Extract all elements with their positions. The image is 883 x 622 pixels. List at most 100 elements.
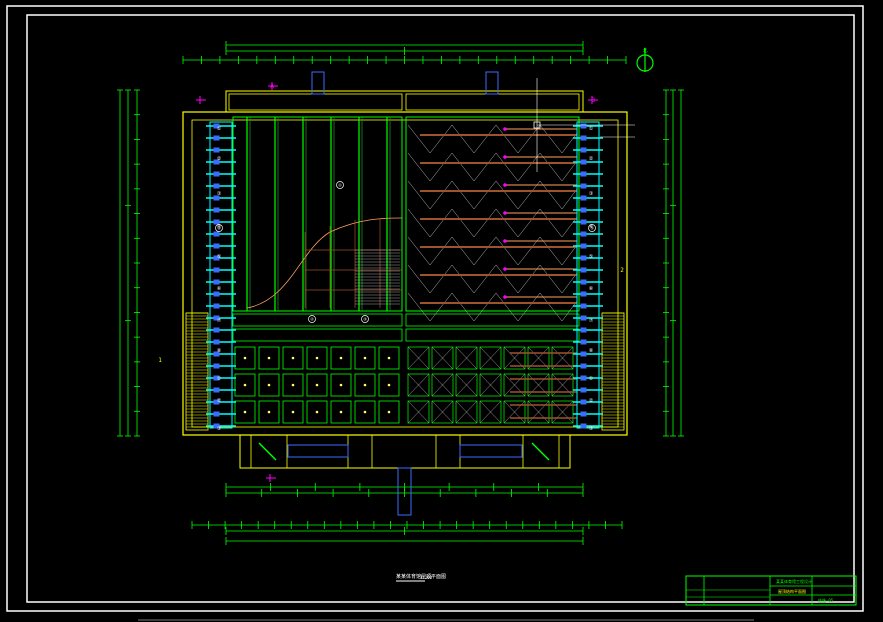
column-block bbox=[580, 159, 587, 165]
right-band-2 bbox=[405, 328, 580, 342]
truss-cell-x bbox=[407, 373, 430, 397]
grid-label-right: ⑦ bbox=[589, 318, 594, 324]
entrance-left-box bbox=[250, 434, 288, 469]
section-mark: B bbox=[591, 97, 595, 104]
truss-node bbox=[503, 155, 507, 159]
column-block bbox=[213, 303, 220, 309]
grid-cell-dot bbox=[387, 410, 391, 414]
truss-cell-x bbox=[431, 400, 454, 424]
grid-label-left: ① bbox=[217, 126, 222, 132]
column-block bbox=[213, 327, 220, 333]
column-strip bbox=[209, 121, 233, 429]
grid-label-right: ⑥ bbox=[589, 286, 594, 292]
column-block bbox=[213, 231, 220, 237]
column-block bbox=[213, 183, 220, 189]
grid-cell-dot bbox=[339, 356, 343, 360]
entrance-mid-right bbox=[435, 434, 461, 469]
grid-cell-dot bbox=[387, 383, 391, 387]
truss-node bbox=[503, 127, 507, 131]
grid-label-right: ④ bbox=[589, 224, 594, 230]
north-arrow: 北 bbox=[636, 47, 654, 72]
truss-node bbox=[503, 183, 507, 187]
column-block bbox=[580, 423, 587, 429]
grid-label-right: ⑤ bbox=[589, 254, 594, 260]
grid-label-left: ③ bbox=[217, 191, 222, 197]
grid-cell-dot bbox=[291, 356, 295, 360]
column-block bbox=[213, 207, 220, 213]
column-block bbox=[213, 135, 220, 141]
inner-wall bbox=[191, 119, 619, 428]
column-block bbox=[213, 411, 220, 417]
ramp-arrow-right bbox=[531, 442, 550, 461]
grid-cell-dot bbox=[315, 383, 319, 387]
roof-curve bbox=[246, 217, 403, 309]
section-mark: 1 bbox=[158, 357, 162, 364]
truss-cell-x bbox=[479, 400, 502, 424]
column-block bbox=[580, 219, 587, 225]
band-2 bbox=[232, 328, 403, 342]
grid-label-left: ③ bbox=[217, 426, 222, 432]
grid-label-left: ⑦ bbox=[217, 318, 222, 324]
truss-node bbox=[503, 211, 507, 215]
grid-label-right: ① bbox=[589, 126, 594, 132]
drawing-title: 某某体育馆屋顶平面图 1:200 bbox=[396, 573, 446, 582]
plan-scale: 1:200 bbox=[420, 575, 433, 580]
grid-cell-dot bbox=[267, 383, 271, 387]
grid-cell-dot bbox=[363, 410, 367, 414]
column-block bbox=[580, 207, 587, 213]
grid-cell-dot bbox=[243, 410, 247, 414]
truss-node bbox=[503, 267, 507, 271]
column-block bbox=[580, 243, 587, 249]
top-canopy-right bbox=[405, 93, 580, 111]
column-block bbox=[580, 231, 587, 237]
grid-cell-dot bbox=[363, 383, 367, 387]
column-block bbox=[580, 363, 587, 369]
column-block bbox=[580, 375, 587, 381]
grid-cell-dot bbox=[291, 383, 295, 387]
column-block bbox=[580, 123, 587, 129]
canopy-left bbox=[287, 444, 349, 458]
grid-cell-dot bbox=[315, 410, 319, 414]
grid-label-left: ① bbox=[217, 376, 222, 382]
grid-label-left: ⑥ bbox=[217, 286, 222, 292]
grid-label-left: ⑧ bbox=[217, 348, 222, 354]
bottom-entrance-block bbox=[239, 71, 571, 516]
column-block bbox=[213, 363, 220, 369]
grid-label-right: ③ bbox=[589, 191, 594, 197]
grid-label-right: ③ bbox=[589, 426, 594, 432]
column-block bbox=[580, 315, 587, 321]
column-block bbox=[580, 135, 587, 141]
grid-cell-dot bbox=[243, 383, 247, 387]
truss-cell-x bbox=[479, 346, 502, 370]
right-truss-panel bbox=[405, 116, 580, 424]
grid-cell-dot bbox=[387, 356, 391, 360]
grid-label-right: ② bbox=[589, 398, 594, 404]
column-block bbox=[580, 183, 587, 189]
callout-label: ② bbox=[310, 317, 314, 322]
column-block bbox=[580, 147, 587, 153]
grid-cell-dot bbox=[339, 410, 343, 414]
callout-label: ① bbox=[338, 183, 342, 188]
column-block bbox=[213, 147, 220, 153]
grid-label-right: ② bbox=[589, 156, 594, 162]
right-band-1 bbox=[405, 313, 580, 327]
section-mark: 2 bbox=[620, 267, 624, 274]
column-block bbox=[580, 351, 587, 357]
column-block bbox=[580, 339, 587, 345]
grid-cell-dot bbox=[291, 410, 295, 414]
title-block-drawing-name: 屋顶结构平面图 bbox=[778, 588, 806, 594]
column-block bbox=[580, 411, 587, 417]
column-block bbox=[213, 291, 220, 297]
truss-cell-x bbox=[407, 400, 430, 424]
column-block bbox=[213, 339, 220, 345]
grid-cell-dot bbox=[315, 356, 319, 360]
column-block bbox=[213, 171, 220, 177]
grid-label-right: ① bbox=[589, 376, 594, 382]
band-1 bbox=[232, 313, 403, 327]
left-roof-panel bbox=[232, 116, 403, 424]
canopy-right bbox=[459, 444, 523, 458]
truss-cell-x bbox=[479, 373, 502, 397]
title-block-project: 某某体育馆工程设计 bbox=[776, 578, 812, 584]
grid-label-right: ⑧ bbox=[589, 348, 594, 354]
column-block bbox=[213, 243, 220, 249]
